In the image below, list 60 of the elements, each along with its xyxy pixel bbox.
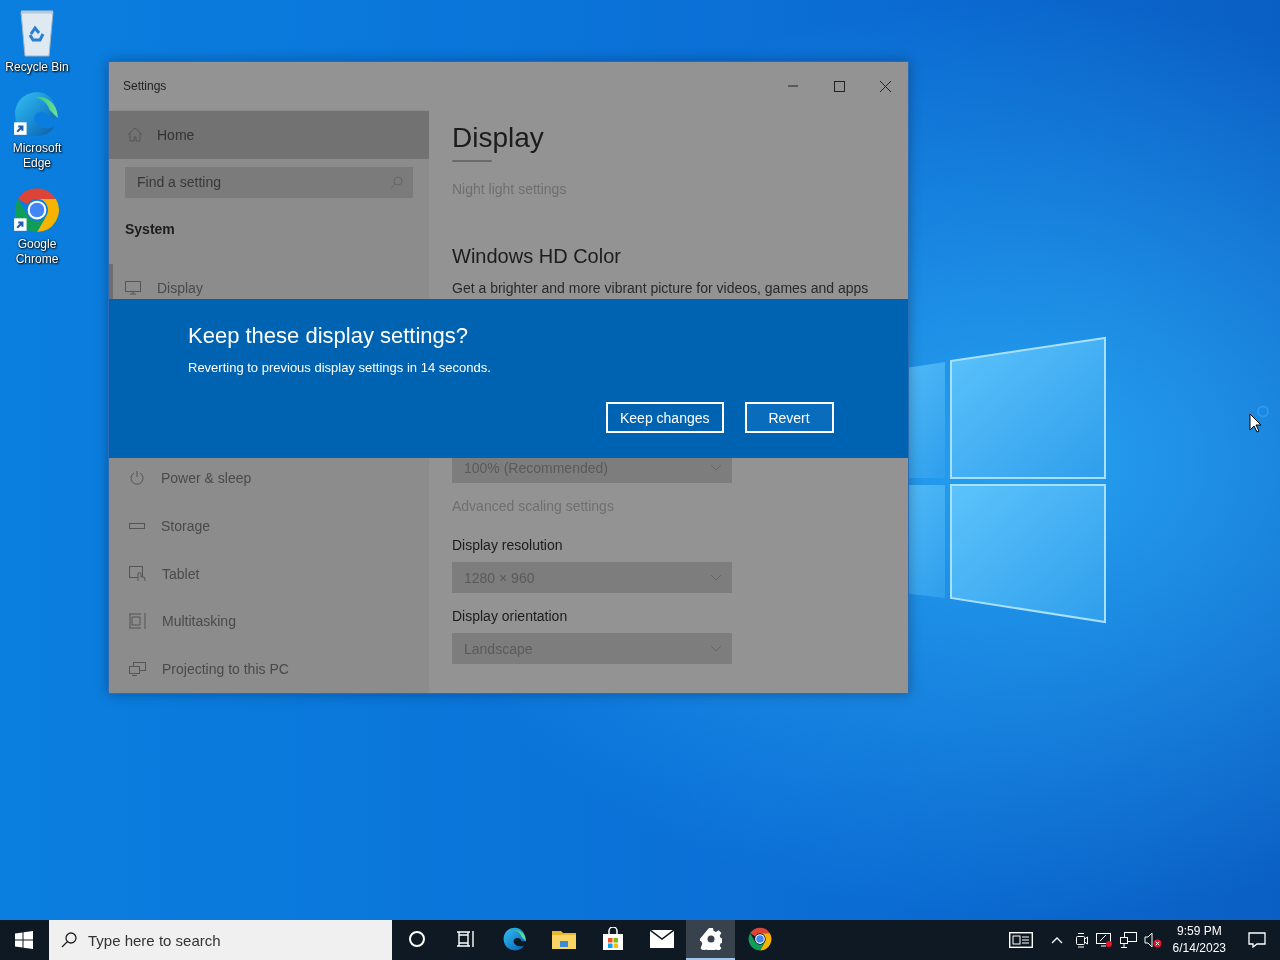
dialog-message: Reverting to previous display settings in 14 seconds. [188, 359, 492, 377]
task-view-icon [456, 931, 475, 947]
nav-item-label: Storage [161, 518, 211, 535]
mail-icon [649, 930, 674, 948]
power-icon [129, 470, 145, 487]
nav-item[interactable]: Tablet [109, 549, 429, 598]
folder-icon [551, 929, 576, 949]
edge-icon [501, 926, 528, 952]
section-heading: Windows HD Color [452, 244, 621, 269]
speaker-muted-icon [1143, 932, 1162, 948]
tablet-icon [129, 565, 146, 582]
shopping-bag-icon [600, 927, 625, 951]
nav-item-label: Projecting to this PC [162, 661, 289, 678]
desktop-icon-label[interactable]: Microsoft Edge [1, 141, 73, 171]
search-field[interactable]: Find a setting [125, 166, 413, 198]
maximize-icon [833, 80, 845, 92]
busy-cursor-icon [1247, 404, 1271, 434]
windows-logo-icon [15, 931, 33, 949]
window-title: Settings [122, 79, 168, 93]
nav-item-label: Tablet [162, 565, 200, 582]
dialog-button[interactable]: Keep changes [606, 402, 724, 433]
display-alert-icon [1096, 932, 1114, 948]
circle-icon [407, 930, 426, 948]
minimize-icon [788, 85, 798, 87]
chevron-up-icon [1050, 936, 1063, 944]
dialog-title: Keep these display settings? [188, 322, 470, 350]
desktop-icon-label[interactable]: Google Chrome [1, 237, 73, 267]
nav-item[interactable]: Storage [109, 502, 429, 550]
news-icon [1008, 932, 1033, 948]
close-icon [879, 80, 891, 92]
camera-icon [1073, 932, 1088, 948]
taskbar-app-button[interactable] [686, 920, 735, 960]
nav-item[interactable]: Multitasking [109, 597, 429, 646]
storage-icon [129, 523, 145, 530]
nav-item-label: Display [157, 279, 203, 296]
speech-bubble-icon [1248, 932, 1266, 948]
monitor-icon [125, 280, 141, 295]
home-nav-item[interactable]: Home [109, 111, 429, 159]
projecting-icon [129, 662, 146, 677]
gear-icon [699, 928, 722, 950]
field-label: Display resolution [452, 536, 563, 555]
multitasking-icon [129, 613, 146, 630]
field-label: Display orientation [452, 607, 568, 626]
page-heading: Display [452, 121, 544, 155]
home-icon [127, 127, 143, 143]
desktop-icon-label[interactable]: Recycle Bin [1, 60, 73, 75]
taskbar-search-field[interactable]: Type here to search [49, 920, 392, 960]
section-heading: System [125, 219, 176, 239]
network-icon [1120, 932, 1138, 948]
chrome-icon[interactable] [12, 185, 62, 235]
search-icon [61, 932, 77, 948]
dialog-button[interactable]: Revert [744, 402, 834, 433]
chrome-icon [746, 926, 773, 952]
description-text: Get a brighter and more vibrant picture for videos, games and apps [452, 279, 869, 297]
nav-item-label: Multitasking [162, 613, 236, 630]
nav-item-label: Power & sleep [161, 470, 252, 487]
nav-item-label: Home [157, 126, 195, 143]
nav-item[interactable]: Power & sleep [109, 454, 429, 503]
clock[interactable]: 9:59 PM 6/14/2023 [1164, 920, 1234, 960]
nav-item[interactable]: Projecting to this PC [109, 645, 429, 693]
